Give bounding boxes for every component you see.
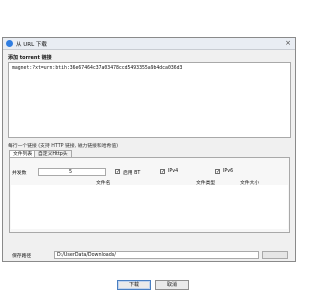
app-icon xyxy=(6,40,13,47)
save-path-value: D:/UserData/Downloads/ xyxy=(57,253,116,258)
tab-custom-http-header[interactable]: 自定义Http头 xyxy=(34,150,72,157)
ipv4-checkbox[interactable]: ✓ xyxy=(160,169,165,175)
download-from-url-dialog: 从 URL 下载 × 添加 torrent 链接 magnet:?xt=urn:… xyxy=(2,37,296,290)
concurrent-spinbox[interactable]: 5 xyxy=(38,168,106,176)
ipv6-label: IPv6 xyxy=(223,169,234,174)
browse-button[interactable] xyxy=(262,251,288,259)
links-hint: 每行一个链接 (支持 HTTP 链接, 磁力链接和哈希值) xyxy=(8,144,118,149)
title-bar: 从 URL 下载 × xyxy=(3,38,295,50)
enable-bt-label: 启用 BT xyxy=(123,171,141,176)
close-button[interactable]: × xyxy=(284,40,292,47)
concurrent-value: 5 xyxy=(69,170,73,175)
concurrent-label: 并发数 xyxy=(12,171,27,176)
torrent-links-textarea[interactable]: magnet:?xt=urn:btih:36e67464c37a03478ccd… xyxy=(8,62,291,138)
window-title: 从 URL 下载 xyxy=(16,42,47,48)
magnet-link-text: magnet:?xt=urn:btih:36e67464c37a03478ccd… xyxy=(12,66,183,71)
download-button[interactable]: 下载 xyxy=(117,280,151,290)
ipv4-label: IPv4 xyxy=(168,169,179,174)
torrent-link-label: 添加 torrent 链接 xyxy=(8,55,52,61)
enable-bt-checkbox[interactable]: ✓ xyxy=(115,169,120,175)
cancel-button[interactable]: 取消 xyxy=(155,280,189,290)
file-list[interactable] xyxy=(11,185,288,229)
save-path-input[interactable]: D:/UserData/Downloads/ xyxy=(54,251,259,259)
tab-file-list[interactable]: 文件列表 xyxy=(9,150,37,157)
save-path-label: 保存路径 xyxy=(12,254,32,259)
ipv6-checkbox[interactable]: ✓ xyxy=(215,169,220,175)
